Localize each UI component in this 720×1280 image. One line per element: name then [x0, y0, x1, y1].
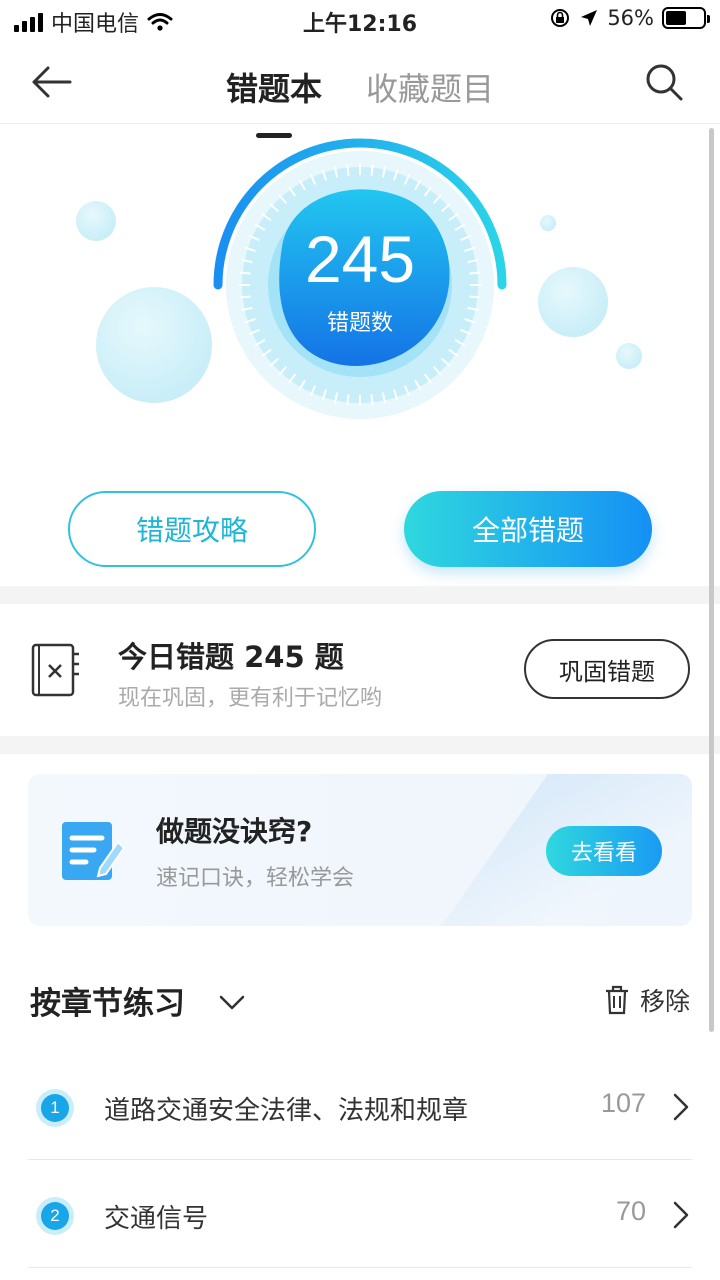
chapter-name: 道路交通安全法律、法规和规章: [104, 1096, 469, 1126]
remove-button[interactable]: 移除: [604, 982, 690, 1018]
chapter-count: 70: [615, 1196, 646, 1226]
nav-bar: 错题本 收藏题目: [0, 44, 720, 138]
remove-label: 移除: [639, 987, 690, 1016]
consolidate-button[interactable]: 巩固错题: [524, 639, 690, 699]
section-title[interactable]: 按章节练习: [30, 978, 185, 1023]
tab-favorites[interactable]: 收藏题目: [366, 64, 494, 110]
chapter-section-header: 按章节练习 移除: [0, 978, 720, 1028]
rotation-lock-icon: [551, 9, 570, 27]
chapter-row[interactable]: 1 道路交通安全法律、法规和规章 107: [28, 1054, 692, 1160]
gauge-tick: [370, 394, 374, 406]
decor-bubble: [616, 343, 642, 369]
tab-wrong-questions[interactable]: 错题本: [226, 64, 322, 138]
chapter-count: 107: [600, 1088, 646, 1118]
decor-bubble: [76, 201, 116, 241]
gauge-tick: [370, 164, 374, 176]
gauge-tick: [346, 394, 350, 406]
promo-title: 做题没诀窍?: [156, 815, 313, 848]
decor-bubble: [538, 267, 608, 337]
scrollbar[interactable]: [709, 128, 714, 1032]
today-errors-title: 今日错题 245 题: [118, 640, 344, 674]
battery-icon: [662, 7, 710, 29]
strategy-button[interactable]: 错题攻略: [68, 491, 316, 567]
today-errors-subtitle: 现在巩固，更有利于记忆哟: [118, 686, 383, 711]
note-edit-icon: [62, 822, 126, 880]
today-errors-card: 今日错题 245 题 现在巩固，更有利于记忆哟 巩固错题: [0, 604, 720, 734]
chevron-down-icon[interactable]: [218, 990, 246, 1014]
chapter-name: 交通信号: [104, 1204, 209, 1234]
promo-subtitle: 速记口诀，轻松学会: [156, 866, 355, 891]
all-errors-button[interactable]: 全部错题: [404, 491, 652, 567]
battery-percent: 56%: [607, 6, 654, 30]
tab-bar: 错题本 收藏题目: [0, 64, 720, 138]
chevron-right-icon: [673, 1201, 689, 1229]
chapter-index-badge: 1: [36, 1089, 74, 1127]
chapter-index: 2: [41, 1202, 69, 1230]
promo-go-button[interactable]: 去看看: [546, 826, 662, 876]
chevron-right-icon: [673, 1093, 689, 1121]
tips-promo-card[interactable]: 做题没诀窍? 速记口诀，轻松学会 去看看: [28, 774, 692, 926]
divider: [0, 586, 720, 604]
chapter-index-badge: 2: [36, 1197, 74, 1235]
summary-panel: 245 错题数 错题攻略 全部错题: [0, 125, 720, 585]
divider: [0, 736, 720, 754]
gauge-tick: [346, 164, 350, 176]
notebook-x-icon: [31, 643, 79, 697]
search-icon[interactable]: [644, 62, 684, 102]
trash-icon: [605, 985, 628, 1015]
chapter-index: 1: [41, 1094, 69, 1122]
error-count-label: 错题数: [326, 311, 393, 336]
error-count-value: 245: [304, 222, 416, 296]
status-bar: 中国电信 上午12:16 56%: [0, 0, 720, 40]
location-icon: [581, 10, 598, 26]
chapter-row[interactable]: 2 交通信号 70: [28, 1162, 692, 1268]
decor-bubble: [540, 215, 556, 231]
decor-bubble: [96, 287, 212, 403]
status-right: 56%: [549, 6, 710, 30]
